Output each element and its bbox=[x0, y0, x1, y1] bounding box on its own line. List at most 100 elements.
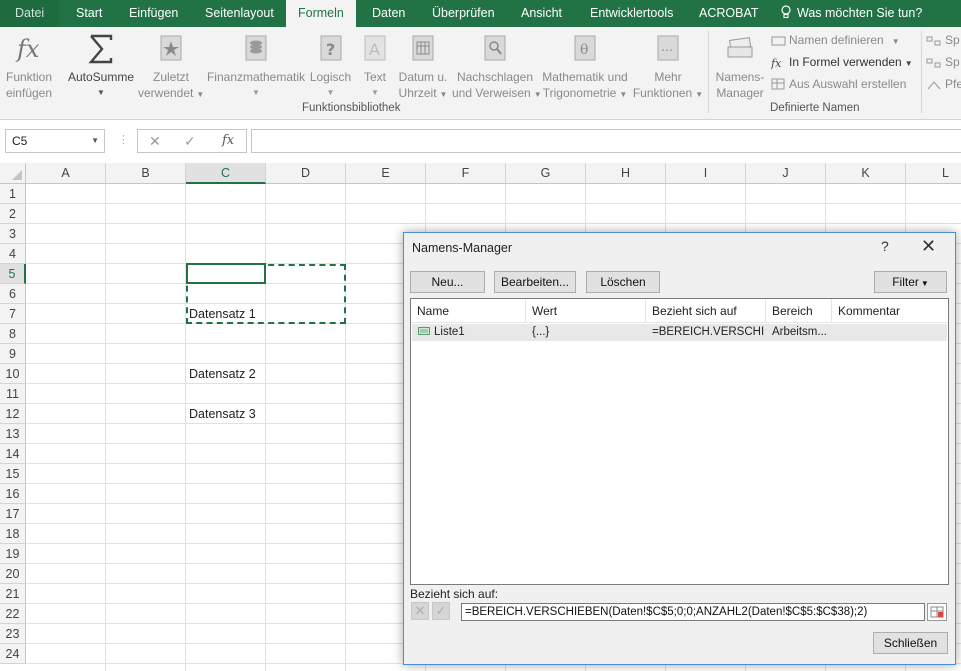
cell-c10[interactable]: Datensatz 2 bbox=[189, 367, 256, 381]
formelueberwachung-cmd-2[interactable]: Sp bbox=[926, 53, 960, 71]
formelueberwachung-cmd-1[interactable]: Sp bbox=[926, 31, 960, 49]
tab-einfuegen[interactable]: Einfügen bbox=[129, 0, 178, 27]
row-header-14[interactable]: 14 bbox=[0, 444, 26, 464]
tab-acrobat[interactable]: ACROBAT bbox=[699, 0, 759, 27]
funktion-einfuegen-button[interactable]: fx Funktion einfügen bbox=[4, 31, 54, 101]
logisch-button[interactable]: ? Logisch ▼ bbox=[308, 31, 353, 101]
range-picker-icon[interactable] bbox=[927, 603, 947, 621]
text-button[interactable]: A Text ▼ bbox=[356, 31, 394, 101]
row-header-16[interactable]: 16 bbox=[0, 484, 26, 504]
column-header-h[interactable]: H bbox=[586, 163, 666, 184]
mehr-funktionen-button[interactable]: … Mehr Funktionen ▼ bbox=[632, 31, 704, 103]
row-header-5[interactable]: 5 bbox=[0, 264, 26, 284]
trace-icon bbox=[926, 58, 941, 68]
check-icon[interactable]: ✓ bbox=[184, 133, 196, 150]
row-header-22[interactable]: 22 bbox=[0, 604, 26, 624]
row-header-11[interactable]: 11 bbox=[0, 384, 26, 404]
formula-input[interactable] bbox=[251, 129, 961, 153]
fx-button[interactable]: fx bbox=[222, 133, 234, 148]
row-header-20[interactable]: 20 bbox=[0, 564, 26, 584]
names-list[interactable]: Name Wert Bezieht sich auf Bereich Komme… bbox=[410, 298, 949, 585]
tab-seitenlayout[interactable]: Seitenlayout bbox=[205, 0, 274, 27]
row-header-17[interactable]: 17 bbox=[0, 504, 26, 524]
row-header-10[interactable]: 10 bbox=[0, 364, 26, 384]
row-header-19[interactable]: 19 bbox=[0, 544, 26, 564]
chevron-down-icon: ▼ bbox=[91, 136, 99, 145]
tab-daten[interactable]: Daten bbox=[372, 0, 405, 27]
column-header-j[interactable]: J bbox=[746, 163, 826, 184]
column-header-e[interactable]: E bbox=[346, 163, 426, 184]
cell-c7[interactable]: Datensatz 1 bbox=[189, 307, 256, 321]
in-formel-verwenden-button[interactable]: fx In Formel verwenden ▼ bbox=[770, 53, 913, 71]
row-header-4[interactable]: 4 bbox=[0, 244, 26, 264]
tab-ueberpruefen[interactable]: Überprüfen bbox=[432, 0, 495, 27]
neu-button[interactable]: Neu... bbox=[410, 271, 485, 293]
namens-manager-button[interactable]: Namens- Manager bbox=[712, 31, 768, 101]
select-all-corner[interactable] bbox=[0, 163, 26, 184]
row-header-23[interactable]: 23 bbox=[0, 624, 26, 644]
namens-manager-dialog: Namens-Manager ? ✕ Neu... Bearbeiten... … bbox=[403, 232, 956, 665]
row-header-3[interactable]: 3 bbox=[0, 224, 26, 244]
column-header-g[interactable]: G bbox=[506, 163, 586, 184]
column-header-bezieht[interactable]: Bezieht sich auf bbox=[646, 299, 766, 323]
bearbeiten-button[interactable]: Bearbeiten... bbox=[494, 271, 576, 293]
column-header-c[interactable]: C bbox=[186, 163, 266, 184]
row-header-9[interactable]: 9 bbox=[0, 344, 26, 364]
nachschlagen-button[interactable]: Nachschlagen und Verweisen ▼ bbox=[452, 31, 542, 103]
refers-to-input[interactable]: =BEREICH.VERSCHIEBEN(Daten!$C$5;0;0;ANZA… bbox=[461, 603, 925, 621]
label-line1: Mathematik und bbox=[542, 70, 628, 84]
row-header-8[interactable]: 8 bbox=[0, 324, 26, 344]
namen-definieren-button[interactable]: Namen definieren ▼ bbox=[771, 31, 900, 49]
row-header-13[interactable]: 13 bbox=[0, 424, 26, 444]
column-header-k[interactable]: K bbox=[826, 163, 906, 184]
tab-start[interactable]: Start bbox=[76, 0, 102, 27]
row-header-24[interactable]: 24 bbox=[0, 644, 26, 664]
column-header-l[interactable]: L bbox=[906, 163, 961, 184]
tell-me-box[interactable]: Was möchten Sie tun? bbox=[780, 0, 922, 27]
cancel-icon[interactable]: ✕ bbox=[411, 602, 429, 620]
tab-datei[interactable]: Datei bbox=[0, 0, 60, 27]
row-header-12[interactable]: 12 bbox=[0, 404, 26, 424]
schliessen-button[interactable]: Schließen bbox=[873, 632, 948, 654]
calendar-book-icon bbox=[412, 35, 434, 61]
column-header-d[interactable]: D bbox=[266, 163, 346, 184]
check-icon[interactable]: ✓ bbox=[432, 602, 450, 620]
zuletzt-verwendet-button[interactable]: Zuletzt verwendet ▼ bbox=[138, 31, 204, 103]
column-header-f[interactable]: F bbox=[426, 163, 506, 184]
column-header-name[interactable]: Name bbox=[411, 299, 526, 323]
aus-auswahl-erstellen-button[interactable]: Aus Auswahl erstellen bbox=[771, 75, 906, 93]
name-box[interactable]: C5 ▼ bbox=[5, 129, 105, 153]
help-button[interactable]: ? bbox=[881, 238, 889, 254]
row-header-2[interactable]: 2 bbox=[0, 204, 26, 224]
column-header-kommentar[interactable]: Kommentar bbox=[832, 299, 948, 323]
tab-formeln[interactable]: Formeln bbox=[286, 0, 356, 28]
mathematik-button[interactable]: θ Mathematik und Trigonometrie ▼ bbox=[540, 31, 630, 103]
label-line2: Uhrzeit ▼ bbox=[398, 86, 448, 100]
row-header-21[interactable]: 21 bbox=[0, 584, 26, 604]
row-header-6[interactable]: 6 bbox=[0, 284, 26, 304]
cell-c12[interactable]: Datensatz 3 bbox=[189, 407, 256, 421]
loeschen-button[interactable]: Löschen bbox=[586, 271, 660, 293]
column-header-i[interactable]: I bbox=[666, 163, 746, 184]
tab-ansicht[interactable]: Ansicht bbox=[521, 0, 562, 27]
active-cell[interactable] bbox=[186, 263, 266, 284]
close-icon[interactable]: ✕ bbox=[921, 236, 936, 257]
excel-window: Datei Start Einfügen Seitenlayout Formel… bbox=[0, 0, 961, 671]
row-header-7[interactable]: 7 bbox=[0, 304, 26, 324]
column-header-a[interactable]: A bbox=[26, 163, 106, 184]
column-header-bereich[interactable]: Bereich bbox=[766, 299, 832, 323]
row-header-15[interactable]: 15 bbox=[0, 464, 26, 484]
column-header-b[interactable]: B bbox=[106, 163, 186, 184]
column-header-wert[interactable]: Wert bbox=[526, 299, 646, 323]
datum-uhrzeit-button[interactable]: Datum u. Uhrzeit ▼ bbox=[396, 31, 450, 103]
row-header-1[interactable]: 1 bbox=[0, 184, 26, 204]
finanzmathematik-button[interactable]: Finanzmathematik ▼ bbox=[206, 31, 306, 101]
cancel-icon[interactable]: ✕ bbox=[149, 133, 161, 150]
filter-button[interactable]: Filter ▼ bbox=[874, 271, 947, 293]
tab-entwicklertools[interactable]: Entwicklertools bbox=[590, 0, 673, 27]
list-item[interactable]: Liste1 {...} =BEREICH.VERSCHI... Arbeits… bbox=[412, 324, 947, 341]
drag-handle-icon[interactable]: ⋮ bbox=[118, 133, 129, 146]
formelueberwachung-cmd-3[interactable]: Pfe bbox=[926, 75, 961, 93]
autosumme-button[interactable]: AutoSumme ▼ bbox=[65, 31, 137, 101]
row-header-18[interactable]: 18 bbox=[0, 524, 26, 544]
